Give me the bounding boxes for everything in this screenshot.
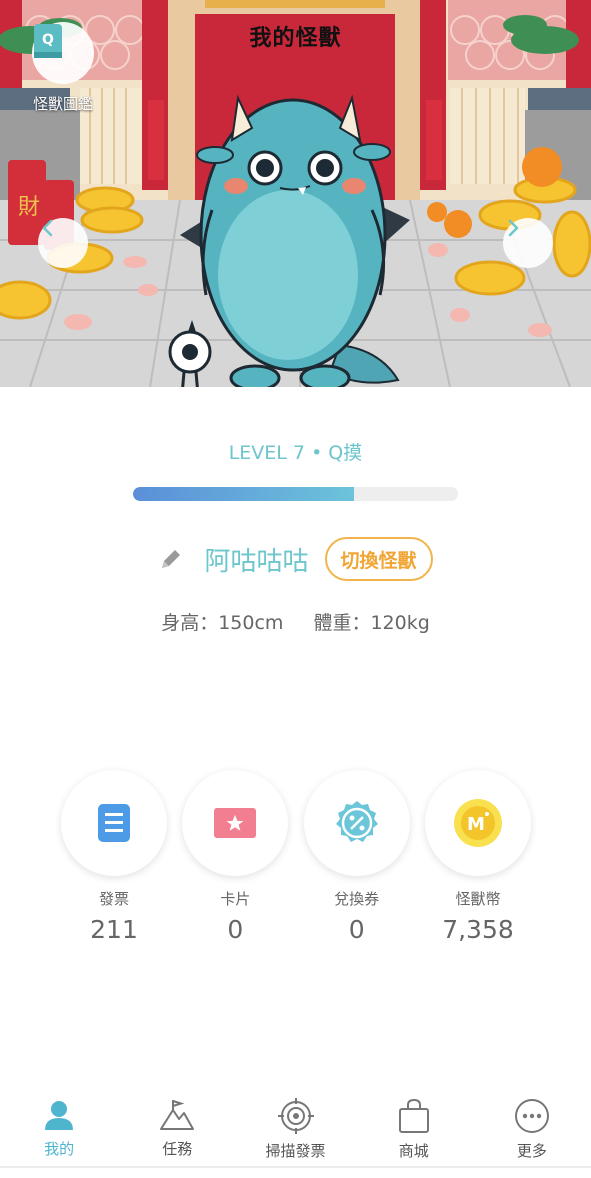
counter-label: 發票 xyxy=(98,890,129,908)
previous-monster-button[interactable] xyxy=(38,218,88,268)
tab-label: 我的 xyxy=(44,1140,75,1158)
monster-height: 身高：150cm xyxy=(161,612,284,634)
bottom-divider xyxy=(0,1166,591,1168)
card-icon xyxy=(214,808,257,838)
monster-coin-button[interactable]: M xyxy=(424,770,531,876)
coupon-icon xyxy=(335,801,378,842)
monster-name-row: 阿咕咕咕 切換怪獸 xyxy=(0,536,591,582)
counter-label: 怪獸幣 xyxy=(455,890,501,908)
monster-weight: 體重：120kg xyxy=(313,612,430,634)
tab-label: 更多 xyxy=(516,1142,547,1160)
monster-dex-label: 怪獸圖鑑 xyxy=(32,95,93,113)
tab-more[interactable]: 更多 xyxy=(473,1090,591,1178)
monster-coin-icon: M xyxy=(453,799,502,847)
tab-missions[interactable]: 任務 xyxy=(118,1090,236,1178)
tab-label: 任務 xyxy=(162,1140,193,1158)
bottom-navigation: 我的 任務 掃描發票 商城 更多 xyxy=(0,1090,591,1178)
counter-value: 7,358 xyxy=(442,915,514,944)
counter-monster-coins[interactable]: M 怪獸幣 7,358 xyxy=(424,770,532,950)
svg-text:M: M xyxy=(467,814,485,835)
level-label: LEVEL 7 • Q摸 xyxy=(228,442,363,464)
mountain-icon xyxy=(160,1100,195,1130)
monster-name: 阿咕咕咕 xyxy=(204,546,309,577)
chevron-left-icon xyxy=(42,219,53,237)
invoice-button[interactable] xyxy=(61,770,167,876)
tab-scan-invoice[interactable]: 掃描發票 xyxy=(236,1090,354,1178)
level-progress-bar xyxy=(133,487,458,501)
counter-value: 211 xyxy=(90,915,138,944)
monster-hero-scene: 財 我的怪獸 Q 怪獸圖鑑 xyxy=(0,0,591,387)
tab-label: 商城 xyxy=(398,1142,429,1160)
coupon-button[interactable] xyxy=(303,770,410,876)
asset-counters: 發票 211 卡片 0 兌換券 0 M 怪獸幣 7,358 xyxy=(60,770,532,950)
tab-shop[interactable]: 商城 xyxy=(355,1090,473,1178)
switch-monster-button[interactable]: 切換怪獸 xyxy=(324,537,433,581)
more-icon xyxy=(514,1099,549,1133)
shopping-bag-icon xyxy=(398,1098,429,1133)
invoice-icon xyxy=(98,804,130,842)
tab-mine[interactable]: 我的 xyxy=(0,1090,118,1178)
counter-coupons[interactable]: 兌換券 0 xyxy=(303,770,411,950)
counter-label: 卡片 xyxy=(220,890,251,908)
monster-dex-button[interactable]: Q xyxy=(32,22,94,84)
counter-cards[interactable]: 卡片 0 xyxy=(181,770,289,950)
book-icon: Q xyxy=(34,24,62,58)
next-monster-button[interactable] xyxy=(503,218,553,268)
counter-value: 0 xyxy=(227,915,244,944)
level-progress-fill xyxy=(133,487,354,501)
pencil-edit-icon[interactable] xyxy=(158,546,184,572)
tab-label: 掃描發票 xyxy=(265,1142,326,1160)
counter-value: 0 xyxy=(348,915,365,944)
monster-stats: 身高：150cm 體重：120kg xyxy=(0,608,591,635)
counter-invoices[interactable]: 發票 211 xyxy=(60,770,168,950)
person-icon xyxy=(45,1101,74,1130)
counter-label: 兌換券 xyxy=(334,890,380,908)
card-button[interactable] xyxy=(182,770,289,876)
chevron-right-icon xyxy=(508,219,519,237)
target-icon xyxy=(277,1098,314,1134)
svg-text:Q: Q xyxy=(42,32,54,48)
